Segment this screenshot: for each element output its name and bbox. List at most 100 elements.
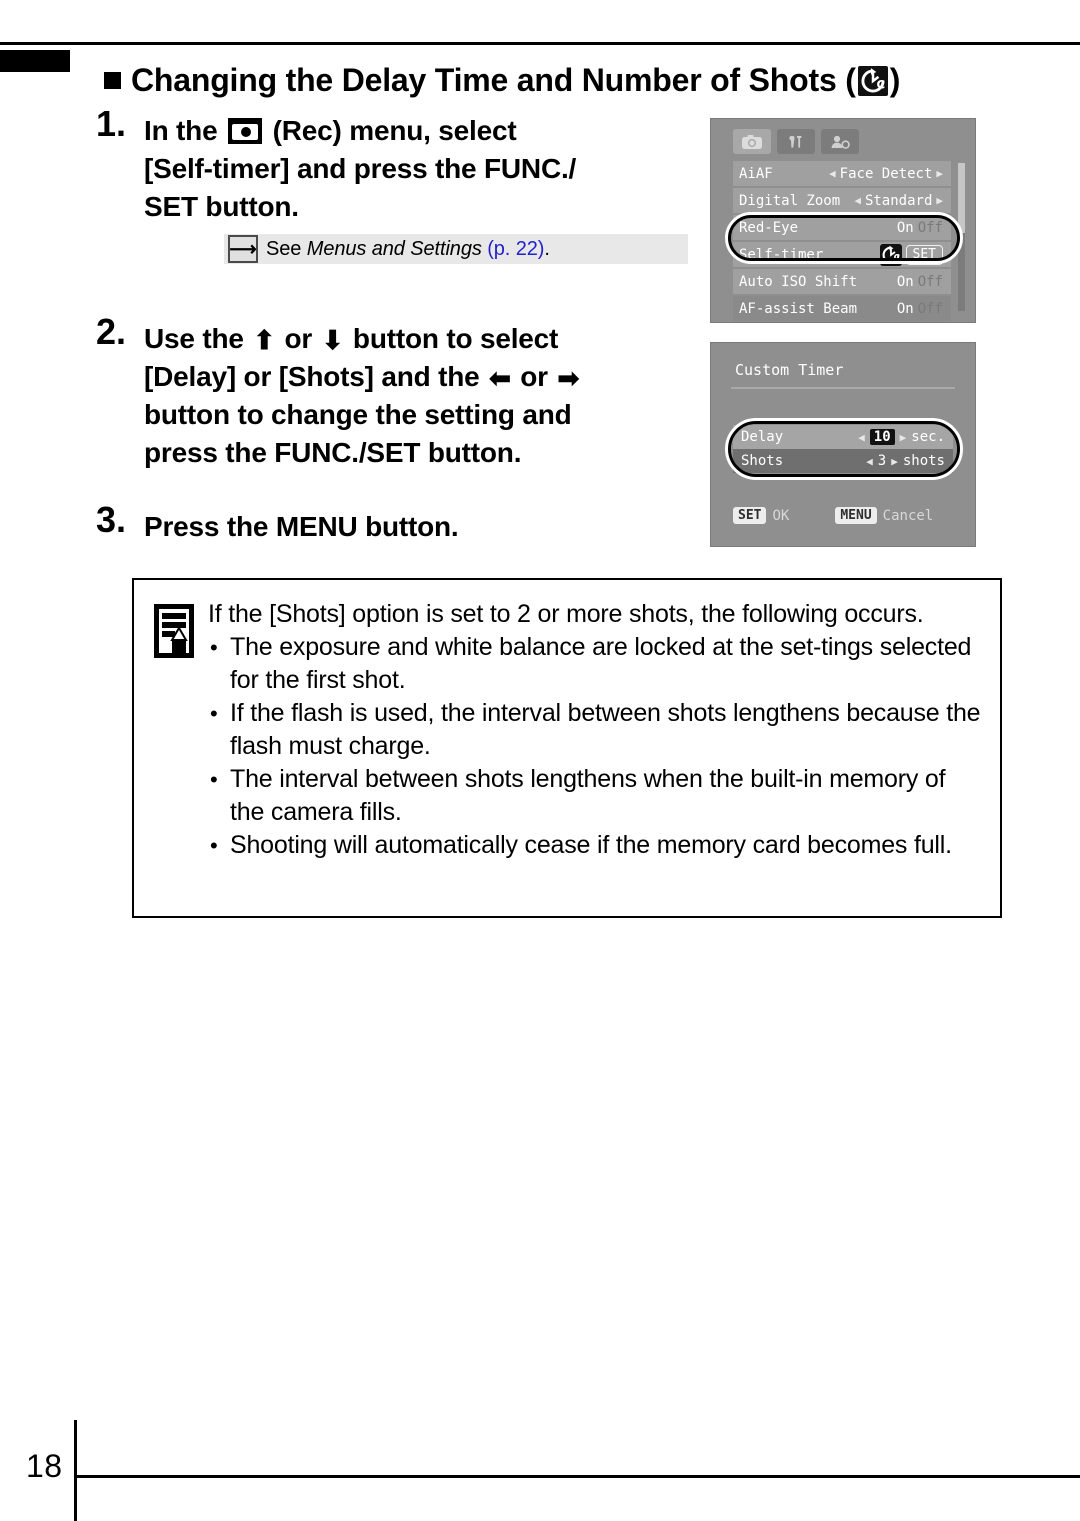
step-1-body: In the (Rec) menu, select [Self-timer] a… [144,112,706,226]
page-title-text: Changing the Delay Time and Number of Sh… [131,62,856,98]
menu-row-auto-iso-shift[interactable]: Auto ISO Shift On Off [733,269,951,294]
chevron-right-icon: ▶ [936,194,943,207]
rec-camera-icon [228,118,263,144]
menu-row-value-on: On [896,273,914,290]
step-2-line1-pre: Use the [144,323,244,354]
menu-row-aiaf[interactable]: AiAF ◀ Face Detect ▶ [733,161,951,186]
xref-title: Menus and Settings [306,237,482,260]
custom-timer-row-label: Shots [741,453,784,469]
menu-row-af-assist-beam[interactable]: AF-assist Beam On Off [733,296,951,321]
heading-bullet-icon [104,72,121,89]
shots-value: 3 [877,453,887,469]
chevron-left-icon[interactable]: ◀ [858,431,865,444]
menu-row-digital-zoom[interactable]: Digital Zoom ◀ Standard ▶ [733,188,951,213]
menu-scrollbar[interactable] [958,163,965,311]
step-1-line3: SET button. [144,191,299,222]
chevron-right-icon[interactable]: ▶ [900,431,907,444]
chevron-right-icon[interactable]: ▶ [891,455,898,468]
menu-row-red-eye[interactable]: Red-Eye On Off [733,215,951,240]
set-key-badge: SET [733,507,767,524]
custom-timer-title-rule [731,387,955,389]
menu-row-value-on: On [896,219,914,236]
shots-unit: shots [902,453,945,469]
menu-row-value-text: Face Detect [839,165,933,182]
svg-text:C: C [893,253,899,263]
camera-tab[interactable] [733,129,771,154]
menu-row-label: AiAF [739,165,773,182]
set-button[interactable]: SET [905,244,943,265]
arrow-up-icon: ⬆ [253,325,275,355]
chevron-left-icon: ◀ [854,194,861,207]
menu-row-label: Self-timer [739,246,824,263]
custom-timer-row-delay[interactable]: Delay ◀ 10 ▶ sec. [733,425,953,449]
step-3-body: Press the MENU button. [144,511,459,542]
menu-row-value: ◀ Standard ▶ [854,193,943,209]
cross-reference-band: ⟶ See Menus and Settings (p. 22). [224,234,688,264]
step-3: 3. Press the MENU button. [96,502,706,546]
menu-row-label: Digital Zoom [739,192,841,209]
menu-row-label: Auto ISO Shift [739,273,858,290]
chevron-right-icon: ▶ [936,167,943,180]
xref-see: See [266,237,302,260]
settings-tab[interactable] [777,129,815,154]
menu-cancel-group: MENU Cancel [835,507,933,524]
chevron-left-icon: ◀ [829,167,836,180]
menu-row-value: On Off [897,301,943,317]
my-camera-tab[interactable] [821,129,859,154]
arrow-down-icon: ⬇ [321,325,344,355]
set-action-label: OK [772,507,790,524]
menu-scrollbar-thumb[interactable] [958,163,965,233]
note-bullet: Shooting will automatically cease if the… [208,829,982,862]
wrench-icon [789,135,802,148]
svg-text:C: C [876,77,884,91]
page-title-tail: ) [889,62,901,98]
page-number: 18 [26,1448,63,1484]
custom-timer-screenshot: Custom Timer Delay ◀ 10 ▶ sec. Shots ◀ 3… [710,342,976,547]
step-2-line2-mid: or [520,361,548,392]
step-2-body: Use the ⬆ or ⬇ button to select [Delay] … [144,320,706,472]
menu-row-value-off: Off [917,300,943,317]
step-2-number: 2. [96,311,127,352]
step-1-line1-pre: In the [144,115,218,146]
step-2-line3: button to change the setting and [144,399,572,430]
top-rule [0,42,1080,45]
rec-menu-list: AiAF ◀ Face Detect ▶ Digital Zoom ◀ Stan… [733,161,951,323]
menu-row-value-off: Off [917,273,943,290]
menu-row-value: C SET [879,243,943,266]
self-timer-icon: C [879,243,902,266]
cross-reference-text: See Menus and Settings (p. 22). [266,238,550,261]
step-1-number: 1. [96,103,127,144]
note-box: If the [Shots] option is set to 2 or mor… [132,578,1002,918]
notepad-pencil-icon [134,580,200,916]
chapter-tab-marker [0,50,70,72]
self-timer-icon: C [857,66,888,96]
chevron-left-icon[interactable]: ◀ [866,455,873,468]
xref-page-link[interactable]: (p. 22) [487,238,544,260]
custom-timer-row-shots[interactable]: Shots ◀ 3 ▶ shots [733,449,953,473]
custom-timer-title: Custom Timer [735,361,844,379]
step-2: 2. Use the ⬆ or ⬇ button to select [Dela… [96,314,706,472]
camera-icon [742,134,762,149]
menu-row-label: Red-Eye [739,219,799,236]
person-icon [831,135,850,149]
step-1-line1-post: (Rec) menu, select [272,115,517,146]
delay-value: 10 [869,429,895,445]
note-text: If the [Shots] option is set to 2 or mor… [200,580,1000,916]
custom-timer-row-value: ◀ 3 ▶ shots [866,453,945,469]
step-2-line2-pre: [Delay] or [Shots] and the [144,361,480,392]
menu-tab-bar [733,129,859,154]
menu-row-value-on: On [896,300,914,317]
custom-timer-row-label: Delay [741,429,784,445]
note-bullet-list: The exposure and white balance are locke… [208,631,982,862]
note-bullet: If the flash is used, the interval betwe… [208,697,982,763]
menu-row-self-timer[interactable]: Self-timer C SET [733,242,951,267]
instruction-steps: 1. In the (Rec) menu, select [Self-timer… [96,106,706,552]
step-2-line4: press the FUNC./SET button. [144,437,522,468]
rec-menu-screenshot: AiAF ◀ Face Detect ▶ Digital Zoom ◀ Stan… [710,118,976,323]
custom-timer-footer: SET OK MENU Cancel [733,507,959,524]
footer-horizontal-rule [74,1475,1080,1478]
step-2-line1-post: button to select [352,323,559,354]
step-2-line1-mid: or [284,323,313,354]
menu-row-value: ◀ Face Detect ▶ [829,166,943,182]
menu-row-label: AF-assist Beam [739,300,858,317]
